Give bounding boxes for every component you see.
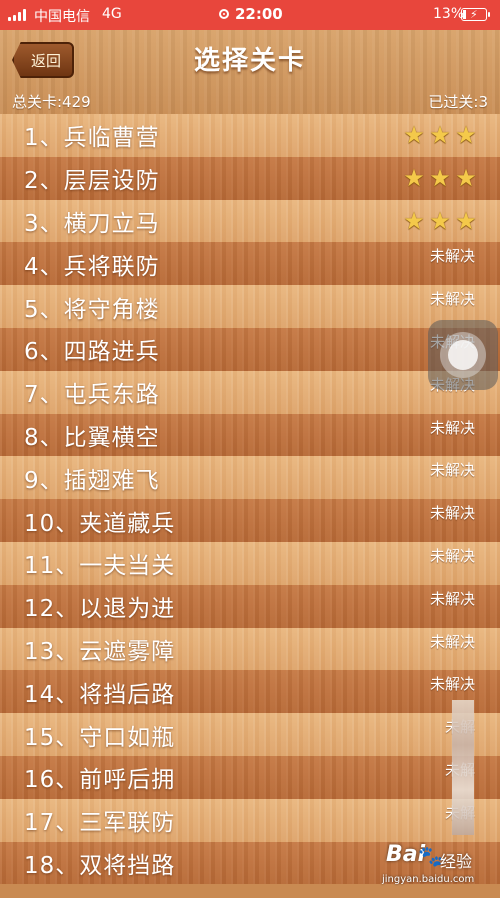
level-status: 未解决 [429, 546, 475, 565]
battery-percent: 13% [433, 6, 465, 22]
level-status: 未解决 [429, 247, 475, 266]
watermark: Bai 🐾 经验 jingyan.baidu.com [380, 838, 498, 896]
level-row[interactable]: 13、云遮雾障 未解决 [0, 627, 500, 671]
level-name: 17、三军联防 [24, 810, 176, 837]
level-row[interactable]: 3、横刀立马 ★ ★ ★ [0, 199, 500, 243]
level-status: 未解决 [429, 461, 475, 480]
level-stars: ★ ★ ★ [402, 166, 478, 190]
star-icon: ★ [455, 121, 477, 150]
level-name: 15、守口如瓶 [24, 724, 176, 751]
level-row[interactable]: 10、夹道藏兵 未解决 [0, 499, 500, 542]
level-name: 13、云遮雾障 [24, 638, 176, 665]
level-row[interactable]: 17、三军联防未解 [0, 798, 500, 842]
level-row[interactable]: 11、一夫当关 未解决 [0, 541, 500, 585]
level-row[interactable]: 2、层层设防 ★ ★ ★ [0, 156, 500, 200]
carrier-name: 中国电信 [34, 9, 90, 25]
level-row[interactable]: 4、兵将联防 未解决 [0, 242, 500, 286]
level-row[interactable]: 5、将守角楼 未解决 [0, 285, 500, 328]
watermark-url: jingyan.baidu.com [382, 874, 475, 885]
level-name: 16、前呼后拥 [24, 767, 176, 794]
level-status: 未解决 [429, 632, 475, 651]
level-list: 1、兵临曹营 ★ ★ ★ 2、层层设防 ★ ★ ★ 3、横刀立马 ★ ★ ★ 4、兵将联防 未解决 5、将守… [0, 114, 500, 885]
watermark-jingyan: 经验 [440, 852, 473, 871]
level-name: 3、横刀立马 [24, 210, 160, 237]
star-icon: ★ [455, 164, 477, 193]
time: 22:00 [235, 5, 283, 23]
page-title: 选择关卡 [193, 46, 306, 76]
level-row[interactable]: 9、插翅难飞 未解决 [0, 456, 500, 500]
level-stars: ★ ★ ★ [402, 123, 478, 147]
level-name: 7、屯兵东路 [24, 382, 160, 409]
level-status: 未解决 [429, 675, 475, 694]
star-icon: ★ [429, 164, 451, 193]
level-name: 9、插翅难飞 [24, 467, 160, 494]
level-name: 8、比翼横空 [24, 424, 160, 451]
clock: 22:00 [219, 5, 283, 23]
passed-levels: 已过关:3 [428, 93, 488, 111]
signal-icon [8, 9, 26, 21]
star-icon: ★ [403, 121, 425, 150]
level-row[interactable]: 12、以退为进 未解决 [0, 584, 500, 628]
level-row[interactable]: 8、比翼横空 未解决 [0, 413, 500, 457]
level-name: 1、兵临曹营 [24, 125, 160, 152]
status-bar: 中国电信 4G 22:00 13% ⚡ [0, 0, 500, 30]
level-row[interactable]: 16、前呼后拥未解 [0, 755, 500, 799]
level-name: 12、以退为进 [24, 596, 176, 623]
level-name: 11、一夫当关 [24, 553, 176, 580]
charging-icon: ⚡ [470, 8, 478, 21]
star-icon: ★ [429, 121, 451, 150]
level-row[interactable]: 6、四路进兵未解决 [0, 327, 500, 371]
alarm-icon [219, 9, 229, 19]
star-icon: ★ [455, 206, 477, 235]
level-status: 未解决 [429, 290, 475, 309]
level-name: 14、将挡后路 [24, 681, 176, 708]
assistive-touch-icon [448, 340, 478, 370]
level-name: 5、将守角楼 [24, 296, 160, 323]
star-icon: ★ [429, 206, 451, 235]
level-row[interactable]: 14、将挡后路 未解决 [0, 670, 500, 714]
level-stars: ★ ★ ★ [402, 209, 478, 233]
level-name: 2、层层设防 [24, 168, 160, 195]
level-row[interactable]: 15、守口如瓶未解 [0, 713, 500, 756]
battery-icon: ⚡ [461, 8, 490, 21]
network-type: 4G [102, 6, 122, 22]
star-icon: ★ [403, 164, 425, 193]
header: 返回 选择关卡 总关卡:429 已过关:3 [0, 30, 500, 114]
battery-fill [463, 10, 466, 19]
star-icon: ★ [403, 206, 425, 235]
level-status: 未解决 [429, 589, 475, 608]
level-name: 4、兵将联防 [24, 253, 160, 280]
assistive-touch-button[interactable] [428, 320, 498, 390]
level-name: 18、双将挡路 [24, 852, 176, 879]
level-status: 未解决 [429, 504, 475, 523]
blurred-region [452, 700, 474, 835]
level-row[interactable]: 1、兵临曹营 ★ ★ ★ [0, 114, 500, 157]
level-status: 未解决 [429, 418, 475, 437]
level-name: 6、四路进兵 [24, 339, 160, 366]
level-row[interactable]: 7、屯兵东路未解决 [0, 370, 500, 414]
level-name: 10、夹道藏兵 [24, 510, 176, 537]
total-levels: 总关卡:429 [12, 93, 91, 111]
